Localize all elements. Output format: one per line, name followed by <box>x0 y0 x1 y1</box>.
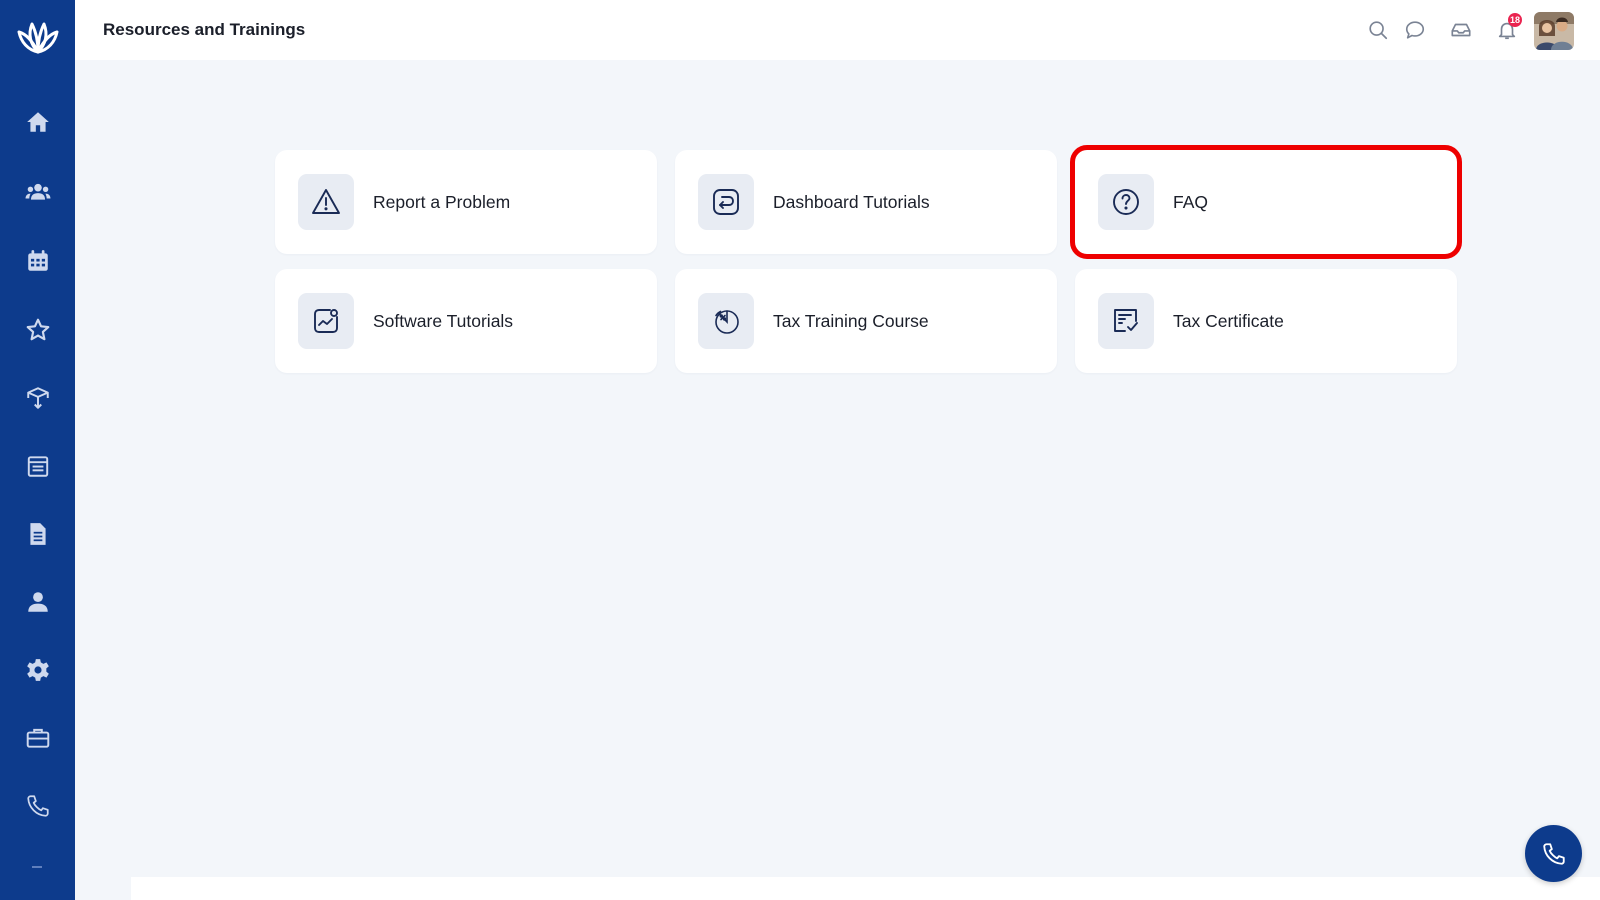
sidebar-item-home[interactable] <box>0 98 75 146</box>
card-report-a-problem[interactable]: Report a Problem <box>275 150 657 254</box>
star-icon <box>26 318 49 341</box>
inbox-button[interactable] <box>1449 18 1473 42</box>
user-photo-icon <box>1534 12 1574 50</box>
avatar[interactable] <box>1534 12 1574 50</box>
chart-image-icon <box>314 309 338 333</box>
card-label: Tax Certificate <box>1173 310 1284 331</box>
sidebar-item-packages[interactable] <box>0 374 75 422</box>
warning-icon <box>312 189 340 214</box>
return-icon <box>713 189 739 215</box>
document-icon <box>29 523 46 545</box>
page-title: Resources and Trainings <box>103 20 306 39</box>
card-label: Report a Problem <box>373 191 511 212</box>
resources-grid: Report a Problem Dashboard Tutorials FAQ… <box>275 145 1462 373</box>
search-button[interactable] <box>1366 18 1390 42</box>
sidebar-item-calls[interactable] <box>0 782 75 830</box>
sidebar-item-users[interactable] <box>0 168 75 216</box>
card-label: Software Tutorials <box>373 310 514 331</box>
card-label: Tax Training Course <box>773 310 929 331</box>
sidebar-item-settings[interactable] <box>0 646 75 694</box>
sidebar-item-schedule[interactable] <box>0 442 75 490</box>
card-dashboard-tutorials[interactable]: Dashboard Tutorials <box>675 150 1057 254</box>
sidebar <box>0 0 75 900</box>
notification-badge: 18 <box>1508 13 1523 27</box>
percent-pie-icon <box>715 310 739 334</box>
card-label: Dashboard Tutorials <box>773 191 930 212</box>
users-icon <box>25 183 50 200</box>
footer-strip <box>131 877 1600 900</box>
sidebar-item-jobs[interactable] <box>0 714 75 762</box>
card-label: FAQ <box>1173 191 1209 212</box>
calendar-list-icon <box>27 456 48 477</box>
lotus-logo[interactable] <box>14 14 62 62</box>
sidebar-item-documents[interactable] <box>0 510 75 558</box>
sidebar-item-profile[interactable] <box>0 578 75 626</box>
home-icon <box>26 112 49 132</box>
search-icon <box>1369 21 1388 40</box>
sidebar-item-calendar[interactable] <box>0 237 75 285</box>
box-upload-icon <box>26 387 49 409</box>
phone-icon <box>26 795 49 817</box>
card-faq[interactable]: FAQ <box>1070 145 1462 259</box>
sidebar-scroll-indicator <box>32 866 42 868</box>
chat-bubble-icon <box>1405 21 1425 39</box>
card-tax-training-course[interactable]: Tax Training Course <box>675 269 1057 373</box>
user-icon <box>27 592 48 612</box>
call-support-button[interactable] <box>1525 825 1582 882</box>
gear-icon <box>26 659 49 681</box>
calendar-icon <box>27 250 48 271</box>
card-software-tutorials[interactable]: Software Tutorials <box>275 269 657 373</box>
certificate-icon <box>1114 309 1138 332</box>
question-icon <box>1113 189 1139 215</box>
sidebar-item-favorites[interactable] <box>0 306 75 354</box>
phone-icon <box>1542 842 1565 865</box>
inbox-icon <box>1451 23 1471 37</box>
card-tax-certificate[interactable]: Tax Certificate <box>1075 269 1457 373</box>
messages-button[interactable] <box>1403 18 1427 42</box>
briefcase-icon <box>26 728 49 748</box>
